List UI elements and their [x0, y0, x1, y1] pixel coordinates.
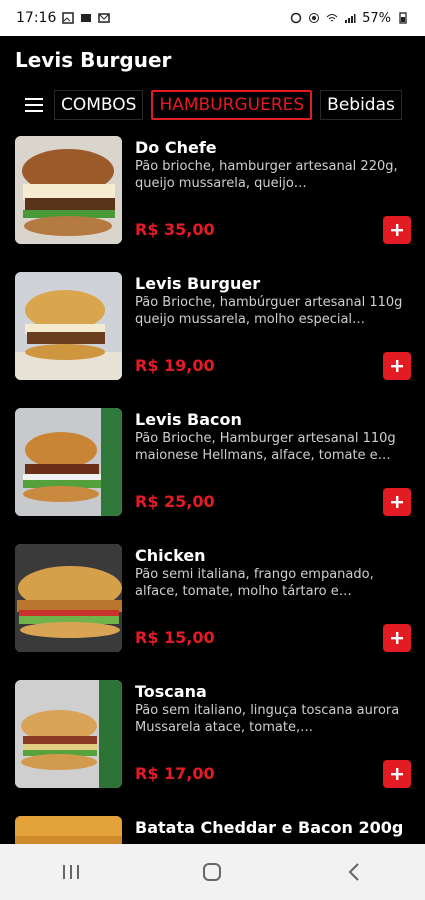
- plus-icon: [391, 496, 403, 508]
- signal-icon: [345, 14, 356, 23]
- back-icon: [348, 863, 359, 881]
- add-button[interactable]: [383, 760, 411, 788]
- tab-combos[interactable]: COMBOS: [54, 90, 144, 120]
- product-description: Pão Brioche, Hamburger artesanal 110g ma…: [135, 431, 396, 463]
- wifi-icon: [326, 14, 338, 22]
- product-image: [15, 544, 122, 652]
- product-image: [15, 136, 122, 244]
- app-title: Levis Burguer: [15, 48, 172, 72]
- recents-icon: [62, 865, 79, 879]
- product-description: Pão Brioche, hambúrguer artesanal 110g q…: [135, 295, 403, 327]
- plus-icon: [391, 360, 403, 372]
- list-item[interactable]: Levis Bacon Pão Brioche, Hamburger artes…: [0, 408, 425, 518]
- hamburger-menu-icon: [25, 98, 43, 112]
- add-button[interactable]: [383, 216, 411, 244]
- product-name: Toscana: [135, 682, 207, 701]
- status-time: 17:16: [16, 10, 57, 26]
- status-bar: 17:16 57%: [0, 0, 425, 36]
- product-price: R$ 17,00: [135, 764, 215, 783]
- tab-bebidas[interactable]: Bebidas: [320, 90, 402, 120]
- list-item[interactable]: Chicken Pão semi italiana, frango empana…: [0, 544, 425, 654]
- product-description: Pão sem italiano, linguça toscana aurora…: [135, 703, 400, 735]
- category-tabs: COMBOS HAMBURGUERES Bebidas: [0, 86, 425, 124]
- product-price: R$ 15,00: [135, 628, 215, 647]
- plus-icon: [391, 768, 403, 780]
- product-description: Pão brioche, hamburger artesanal 220g, q…: [135, 159, 398, 191]
- plus-icon: [391, 632, 403, 644]
- list-item[interactable]: Do Chefe Pão brioche, hamburger artesana…: [0, 136, 425, 246]
- add-button[interactable]: [383, 488, 411, 516]
- add-button[interactable]: [383, 352, 411, 380]
- home-button[interactable]: [182, 852, 242, 892]
- alarm-icon: [290, 12, 302, 24]
- gallery-notification-icon: [62, 12, 75, 24]
- product-image: [15, 408, 122, 516]
- battery-percent: 57%: [362, 10, 391, 26]
- list-item[interactable]: Levis Burguer Pão Brioche, hambúrguer ar…: [0, 272, 425, 382]
- hotspot-icon: [309, 13, 320, 23]
- home-icon: [203, 863, 222, 881]
- message-notification-icon: [98, 13, 111, 23]
- list-item[interactable]: Batata Cheddar e Bacon 200g: [0, 816, 425, 844]
- tab-hamburgueres[interactable]: HAMBURGUERES: [151, 90, 313, 120]
- product-price: R$ 25,00: [135, 492, 215, 511]
- product-price: R$ 19,00: [135, 356, 215, 375]
- product-name: Chicken: [135, 546, 206, 565]
- product-image: [15, 272, 122, 380]
- product-name: Levis Burguer: [135, 274, 261, 293]
- app-header: Levis Burguer: [0, 36, 425, 84]
- product-name: Levis Bacon: [135, 410, 242, 429]
- battery-icon: [399, 12, 407, 24]
- product-name: Do Chefe: [135, 138, 217, 157]
- product-image: [15, 680, 122, 788]
- product-name: Batata Cheddar e Bacon 200g: [135, 818, 404, 837]
- back-button[interactable]: [324, 852, 384, 892]
- list-item[interactable]: Toscana Pão sem italiano, linguça toscan…: [0, 680, 425, 790]
- system-nav-bar: [0, 844, 425, 900]
- add-button[interactable]: [383, 624, 411, 652]
- recents-button[interactable]: [41, 852, 101, 892]
- menu-button[interactable]: [14, 87, 54, 123]
- product-list[interactable]: Do Chefe Pão brioche, hamburger artesana…: [0, 134, 425, 844]
- product-image: [15, 816, 122, 844]
- image-notification-icon: [81, 14, 92, 22]
- product-description: Pão semi italiana, frango empanado, alfa…: [135, 567, 374, 599]
- product-price: R$ 35,00: [135, 220, 215, 239]
- plus-icon: [391, 224, 403, 236]
